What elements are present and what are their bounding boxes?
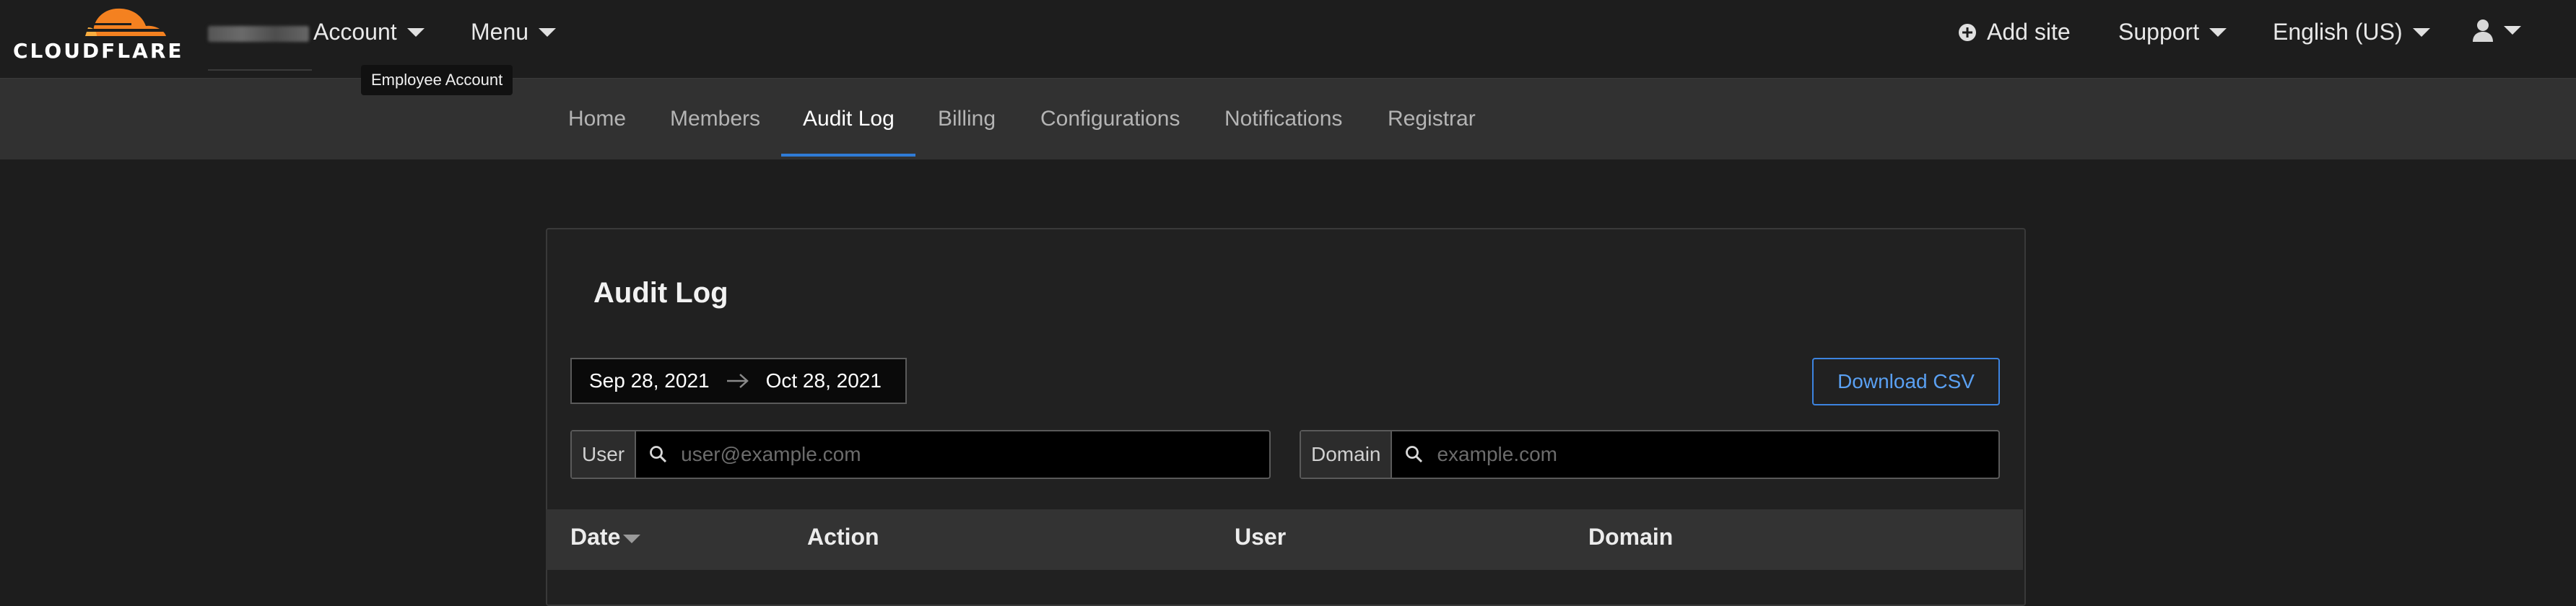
account-menu-label: Account bbox=[313, 19, 397, 45]
sort-descending-icon[interactable] bbox=[623, 534, 641, 543]
plus-circle-icon bbox=[1959, 23, 1976, 41]
account-underline bbox=[208, 69, 312, 71]
user-icon bbox=[2473, 19, 2493, 42]
tab-home[interactable]: Home bbox=[568, 79, 626, 159]
brand-wordmark: CLOUDFLARE bbox=[13, 39, 184, 63]
employee-account-tooltip: Employee Account bbox=[361, 65, 513, 95]
main-menu[interactable]: Menu bbox=[471, 19, 557, 45]
language-menu[interactable]: English (US) bbox=[2273, 19, 2430, 45]
chevron-down-icon bbox=[2504, 26, 2521, 35]
account-name-redacted bbox=[208, 26, 309, 42]
tab-audit-log[interactable]: Audit Log bbox=[803, 79, 895, 159]
domain-column-header: Domain bbox=[1588, 524, 1674, 550]
main-menu-label: Menu bbox=[471, 19, 529, 45]
chevron-down-icon bbox=[2209, 27, 2227, 37]
active-tab-indicator bbox=[781, 154, 915, 157]
download-csv-button[interactable]: Download CSV bbox=[1812, 358, 2000, 405]
search-icon bbox=[1406, 446, 1423, 463]
date-to[interactable]: Oct 28, 2021 bbox=[766, 369, 882, 392]
audit-table-header: Date Action User Domain bbox=[546, 509, 2023, 570]
date-column-label: Date bbox=[570, 524, 621, 550]
tab-notifications[interactable]: Notifications bbox=[1224, 79, 1342, 159]
tab-configurations[interactable]: Configurations bbox=[1040, 79, 1180, 159]
search-icon bbox=[650, 446, 667, 463]
domain-filter-input[interactable] bbox=[1435, 442, 1913, 467]
date-range-picker[interactable]: Sep 28, 2021 Oct 28, 2021 bbox=[570, 358, 907, 404]
arrow-right-icon bbox=[726, 374, 749, 388]
tab-members[interactable]: Members bbox=[670, 79, 760, 159]
user-column-header: User bbox=[1235, 524, 1287, 550]
account-menu[interactable]: Account bbox=[313, 19, 425, 45]
tab-registrar[interactable]: Registrar bbox=[1388, 79, 1476, 159]
action-column-header: Action bbox=[807, 524, 879, 550]
cloudflare-logo[interactable]: CLOUDFLARE bbox=[13, 3, 182, 63]
chevron-down-icon bbox=[2412, 27, 2430, 37]
support-label: Support bbox=[2118, 19, 2200, 45]
page-title: Audit Log bbox=[593, 277, 728, 309]
user-menu[interactable] bbox=[2472, 19, 2521, 42]
date-from[interactable]: Sep 28, 2021 bbox=[589, 369, 710, 392]
add-site-button[interactable]: Add site bbox=[1958, 19, 2071, 45]
support-menu[interactable]: Support bbox=[2118, 19, 2227, 45]
language-label: English (US) bbox=[2273, 19, 2403, 45]
chevron-down-icon bbox=[406, 27, 425, 37]
domain-filter: Domain bbox=[1300, 430, 2000, 479]
user-filter-label: User bbox=[572, 431, 637, 478]
user-filter: User bbox=[570, 430, 1271, 479]
date-column-header[interactable]: Date bbox=[570, 524, 641, 550]
add-site-label: Add site bbox=[1987, 19, 2071, 45]
tab-billing[interactable]: Billing bbox=[938, 79, 996, 159]
chevron-down-icon bbox=[539, 27, 557, 37]
user-filter-input[interactable] bbox=[679, 442, 1179, 467]
domain-filter-label: Domain bbox=[1301, 431, 1393, 478]
